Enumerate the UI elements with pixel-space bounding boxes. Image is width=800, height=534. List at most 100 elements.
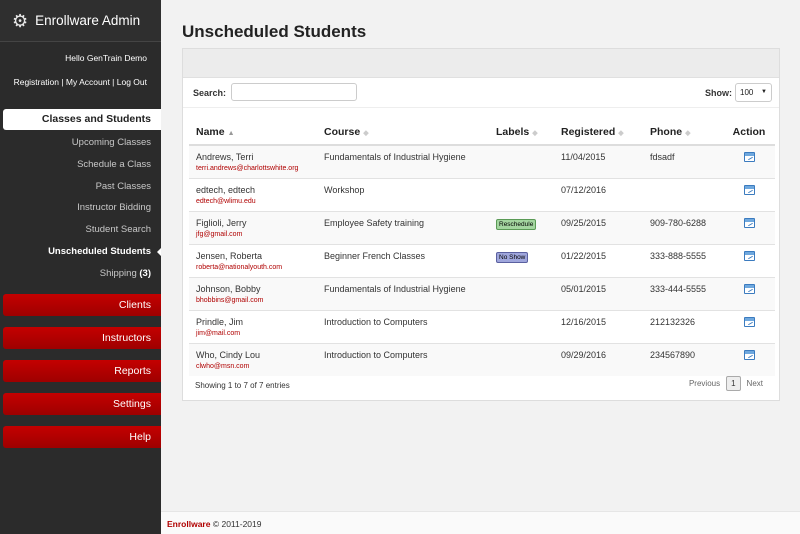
settings-button[interactable]: Settings: [3, 393, 161, 415]
cell-labels: [489, 309, 554, 343]
student-email[interactable]: terri.andrews@charlottswhite.org: [196, 165, 317, 172]
column-header-phone[interactable]: Phone ◆: [643, 119, 723, 146]
student-email[interactable]: jim@mail.com: [196, 330, 317, 337]
cell-phone: 333-888-5555: [643, 243, 723, 277]
sort-icon: ◆: [532, 129, 538, 137]
column-label: Name: [196, 125, 225, 138]
column-header-course[interactable]: Course ◆: [317, 119, 489, 146]
pagination: Previous 1 Next: [689, 376, 763, 391]
column-header-name[interactable]: Name ▲: [189, 119, 317, 146]
reschedule-badge: Reschedule: [496, 218, 537, 230]
cell-phone: 212132326: [643, 309, 723, 343]
sort-icon: ◆: [363, 129, 369, 137]
greeting: Hello GenTrain Demo: [65, 53, 147, 63]
edit-icon[interactable]: [743, 349, 755, 360]
cell-name: edtech, edtech edtech@wlimu.edu: [189, 177, 317, 211]
edit-icon[interactable]: [743, 250, 755, 261]
edit-icon[interactable]: [743, 316, 755, 327]
help-button[interactable]: Help: [3, 426, 161, 448]
no-show-badge: No Show: [496, 251, 529, 263]
main-content: Unscheduled Students Search: Show: 100 ▼…: [161, 0, 800, 534]
student-name[interactable]: Johnson, Bobby: [196, 284, 261, 294]
student-email[interactable]: edtech@wlimu.edu: [196, 198, 317, 205]
submenu-instructor-bidding[interactable]: Instructor Bidding: [0, 197, 161, 219]
search-label: Search:: [193, 88, 227, 98]
student-email[interactable]: roberta@nationalyouth.com: [196, 264, 317, 271]
footer: Enrollware © 2011-2019: [167, 519, 262, 529]
cell-action: [723, 210, 775, 244]
student-name[interactable]: Andrews, Terri: [196, 152, 253, 162]
reports-button[interactable]: Reports: [3, 360, 161, 382]
cell-action: [723, 144, 775, 178]
submenu-past-classes[interactable]: Past Classes: [0, 176, 161, 198]
submenu-schedule-a-class[interactable]: Schedule a Class: [0, 154, 161, 176]
submenu-unscheduled-students[interactable]: Unscheduled Students: [0, 241, 161, 263]
cell-labels: [489, 177, 554, 211]
log-out-link[interactable]: Log Out: [117, 77, 147, 87]
footer-copyright: © 2011-2019: [212, 519, 262, 529]
student-name[interactable]: Who, Cindy Lou: [196, 350, 260, 360]
caret-down-icon: ▼: [761, 89, 767, 95]
column-header-registered[interactable]: Registered ◆: [554, 119, 643, 146]
submenu-upcoming-classes[interactable]: Upcoming Classes: [0, 132, 161, 154]
table-row: Johnson, Bobby bhobbins@gmail.com Fundame…: [189, 276, 775, 310]
student-email[interactable]: jfg@gmail.com: [196, 231, 317, 238]
table-row: Who, Cindy Lou clwho@msn.com Introduction…: [189, 342, 775, 376]
student-email[interactable]: clwho@msn.com: [196, 363, 317, 370]
sort-icon: ◆: [618, 129, 624, 137]
footer-brand-link[interactable]: Enrollware: [167, 519, 210, 529]
cell-phone: [643, 177, 723, 211]
student-name[interactable]: Jensen, Roberta: [196, 251, 262, 261]
cell-action: [723, 309, 775, 343]
shipping-count-badge: (3): [139, 267, 151, 279]
page-size-select[interactable]: 100 ▼: [735, 83, 772, 102]
page-title: Unscheduled Students: [182, 22, 367, 41]
sort-icon: ◆: [685, 129, 691, 137]
table-row: Prindle, Jim jim@mail.com Introduction to…: [189, 309, 775, 343]
submenu-shipping[interactable]: Shipping (3): [0, 263, 161, 285]
edit-icon[interactable]: [743, 283, 755, 294]
edit-icon[interactable]: [743, 217, 755, 228]
cell-registered: 05/01/2015: [554, 276, 643, 310]
instructors-button[interactable]: Instructors: [3, 327, 161, 349]
column-label: Labels: [496, 125, 530, 138]
cell-phone: 909-780-6288: [643, 210, 723, 244]
cell-labels: Reschedule: [489, 210, 554, 244]
cell-action: [723, 243, 775, 277]
pagination-previous[interactable]: Previous: [689, 379, 720, 388]
submenu: Upcoming Classes Schedule a Class Past C…: [0, 132, 161, 285]
table-row: Figlioli, Jerry jfg@gmail.com Employee Sa…: [189, 210, 775, 244]
cell-course: Beginner French Classes: [317, 243, 489, 277]
divider: [183, 107, 779, 108]
page-size-value: 100: [740, 88, 754, 97]
cell-name: Who, Cindy Lou clwho@msn.com: [189, 342, 317, 376]
edit-icon[interactable]: [743, 152, 755, 162]
cell-registered: 07/12/2016: [554, 177, 643, 211]
cell-name: Figlioli, Jerry jfg@gmail.com: [189, 210, 317, 244]
cell-name: Johnson, Bobby bhobbins@gmail.com: [189, 276, 317, 310]
edit-icon[interactable]: [743, 184, 755, 195]
pagination-page-1[interactable]: 1: [726, 376, 741, 391]
my-account-link[interactable]: My Account: [66, 77, 110, 87]
table-row: edtech, edtech edtech@wlimu.edu Workshop …: [189, 177, 775, 211]
column-header-labels[interactable]: Labels ◆: [489, 119, 554, 146]
cell-registered: 09/29/2016: [554, 342, 643, 376]
panel-header: [183, 49, 779, 78]
column-label: Phone: [650, 125, 683, 138]
search-input[interactable]: [231, 83, 357, 101]
cell-labels: [489, 276, 554, 310]
student-name[interactable]: Figlioli, Jerry: [196, 218, 247, 228]
clients-button[interactable]: Clients: [3, 294, 161, 316]
user-links: Registration | My Account | Log Out: [13, 77, 147, 87]
cell-action: [723, 177, 775, 211]
cell-phone: 234567890: [643, 342, 723, 376]
submenu-student-search[interactable]: Student Search: [0, 219, 161, 241]
student-name[interactable]: edtech, edtech: [196, 185, 255, 195]
pagination-next[interactable]: Next: [747, 379, 763, 388]
section-classes-and-students[interactable]: Classes and Students: [3, 109, 161, 130]
student-email[interactable]: bhobbins@gmail.com: [196, 297, 317, 304]
sidebar: ⚙ Enrollware Admin Hello GenTrain Demo R…: [0, 0, 161, 534]
table-row: Jensen, Roberta roberta@nationalyouth.com…: [189, 243, 775, 277]
registration-link[interactable]: Registration: [14, 77, 59, 87]
student-name[interactable]: Prindle, Jim: [196, 317, 243, 327]
